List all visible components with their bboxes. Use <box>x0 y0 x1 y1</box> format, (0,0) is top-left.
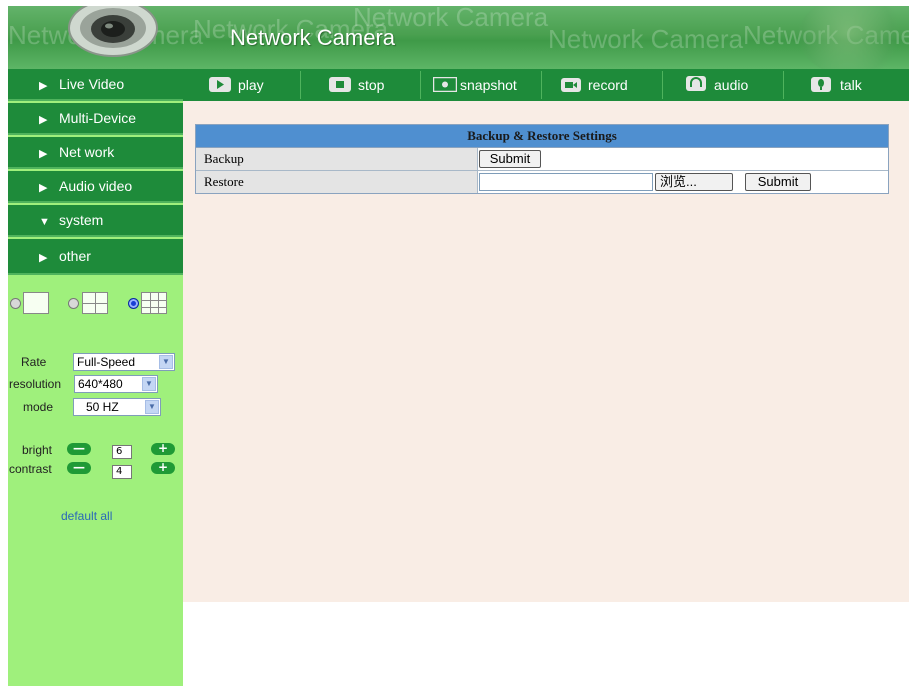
rate-label: Rate <box>21 355 47 369</box>
quad-view-icon <box>82 292 108 314</box>
chevron-down-icon: ▼ <box>159 355 173 369</box>
bright-value-field[interactable]: 6 <box>112 445 132 459</box>
backup-value-cell: Submit <box>478 148 888 170</box>
layout-selector <box>8 288 183 318</box>
talk-label: talk <box>840 77 862 93</box>
stop-button[interactable]: stop <box>329 69 384 101</box>
contrast-label: contrast <box>9 462 52 476</box>
sidebar-item-system[interactable]: ▼ system <box>8 205 183 237</box>
table-row-restore: Restore 浏览... Submit <box>196 171 888 193</box>
audio-button[interactable]: audio <box>686 69 748 101</box>
toolbar: play stop snapshot record audio talk <box>183 69 909 101</box>
backup-submit-button[interactable]: Submit <box>479 150 541 168</box>
play-icon <box>209 77 231 92</box>
restore-file-input[interactable] <box>479 173 653 191</box>
default-all-link[interactable]: default all <box>61 509 112 523</box>
backup-label: Backup <box>196 148 478 170</box>
restore-label: Restore <box>196 171 478 193</box>
arrow-right-icon: ▶ <box>39 182 48 194</box>
arrow-right-icon: ▶ <box>39 80 48 92</box>
snapshot-button[interactable]: snapshot <box>433 69 517 101</box>
stop-icon <box>329 77 351 92</box>
snapshot-icon <box>433 77 457 92</box>
sidebar-item-label: other <box>59 248 91 264</box>
play-label: play <box>238 77 264 93</box>
globe-graphic <box>798 6 908 69</box>
layout-4-radio[interactable] <box>68 298 79 309</box>
mode-select[interactable]: 50 HZ ▼ <box>73 398 161 416</box>
toolbar-divider <box>300 71 301 99</box>
sidebar-item-label: Net work <box>59 144 115 160</box>
talk-icon <box>811 77 831 92</box>
browse-button[interactable]: 浏览... <box>655 173 733 191</box>
sidebar-item-network[interactable]: ▶ Net work <box>8 137 183 169</box>
play-button[interactable]: play <box>209 69 264 101</box>
camera-icon <box>68 6 158 57</box>
audio-label: audio <box>714 77 749 93</box>
sidebar-item-other[interactable]: ▶ other <box>8 239 183 275</box>
chevron-down-icon: ▼ <box>145 400 159 414</box>
arrow-down-icon: ▼ <box>39 216 50 228</box>
sidebar-item-label: Live Video <box>59 76 125 92</box>
arrow-right-icon: ▶ <box>39 252 48 264</box>
nine-view-icon <box>141 292 167 314</box>
toolbar-divider <box>783 71 784 99</box>
watermark-text: Network Camera <box>548 24 744 54</box>
sidebar-item-label: system <box>59 212 104 228</box>
sidebar-item-label: Multi-Device <box>59 110 137 126</box>
resolution-label: resolution <box>9 377 62 391</box>
resolution-value: 640*480 <box>78 377 123 391</box>
main-content: Backup & Restore Settings Backup Submit … <box>183 101 909 602</box>
stop-label: stop <box>358 77 385 93</box>
arrow-right-icon: ▶ <box>39 148 48 160</box>
bright-label: bright <box>22 443 53 457</box>
bright-minus-button[interactable]: — <box>67 442 91 455</box>
rate-select[interactable]: Full-Speed ▼ <box>73 353 175 371</box>
toolbar-divider <box>420 71 421 99</box>
mode-value: 50 HZ <box>86 400 119 414</box>
layout-9-radio[interactable] <box>128 298 139 309</box>
restore-value-cell: 浏览... Submit <box>478 171 888 193</box>
chevron-down-icon: ▼ <box>142 377 156 391</box>
audio-icon <box>686 76 706 91</box>
table-row-backup: Backup Submit <box>196 148 888 171</box>
sidebar-item-multi-device[interactable]: ▶ Multi-Device <box>8 103 183 135</box>
talk-button[interactable]: talk <box>811 69 862 101</box>
sidebar-item-audio-video[interactable]: ▶ Audio video <box>8 171 183 203</box>
restore-submit-button[interactable]: Submit <box>745 173 811 191</box>
mode-label: mode <box>23 400 54 414</box>
single-view-icon <box>23 292 49 314</box>
sidebar-item-label: Audio video <box>59 178 133 194</box>
app-title: Network Camera <box>230 25 396 50</box>
record-label: record <box>588 77 628 93</box>
snapshot-label: snapshot <box>460 77 517 93</box>
table-title: Backup & Restore Settings <box>196 125 888 148</box>
toolbar-divider <box>662 71 663 99</box>
record-button[interactable]: record <box>561 69 628 101</box>
contrast-plus-button[interactable]: + <box>151 461 175 474</box>
resolution-select[interactable]: 640*480 ▼ <box>74 375 158 393</box>
header-banner: Network Camera Network Camera Network Ca… <box>8 6 909 69</box>
rate-value: Full-Speed <box>77 355 136 369</box>
bright-plus-button[interactable]: + <box>151 442 175 455</box>
arrow-right-icon: ▶ <box>39 114 48 126</box>
contrast-value-field[interactable]: 4 <box>112 465 132 479</box>
backup-restore-table: Backup & Restore Settings Backup Submit … <box>195 124 889 194</box>
toolbar-divider <box>541 71 542 99</box>
contrast-minus-button[interactable]: — <box>67 461 91 474</box>
layout-1-radio[interactable] <box>10 298 21 309</box>
sidebar: ▶ Live Video ▶ Multi-Device ▶ Net work ▶ Aud… <box>8 69 183 686</box>
sidebar-item-live-video[interactable]: ▶ Live Video <box>8 69 183 101</box>
record-icon <box>561 78 581 92</box>
